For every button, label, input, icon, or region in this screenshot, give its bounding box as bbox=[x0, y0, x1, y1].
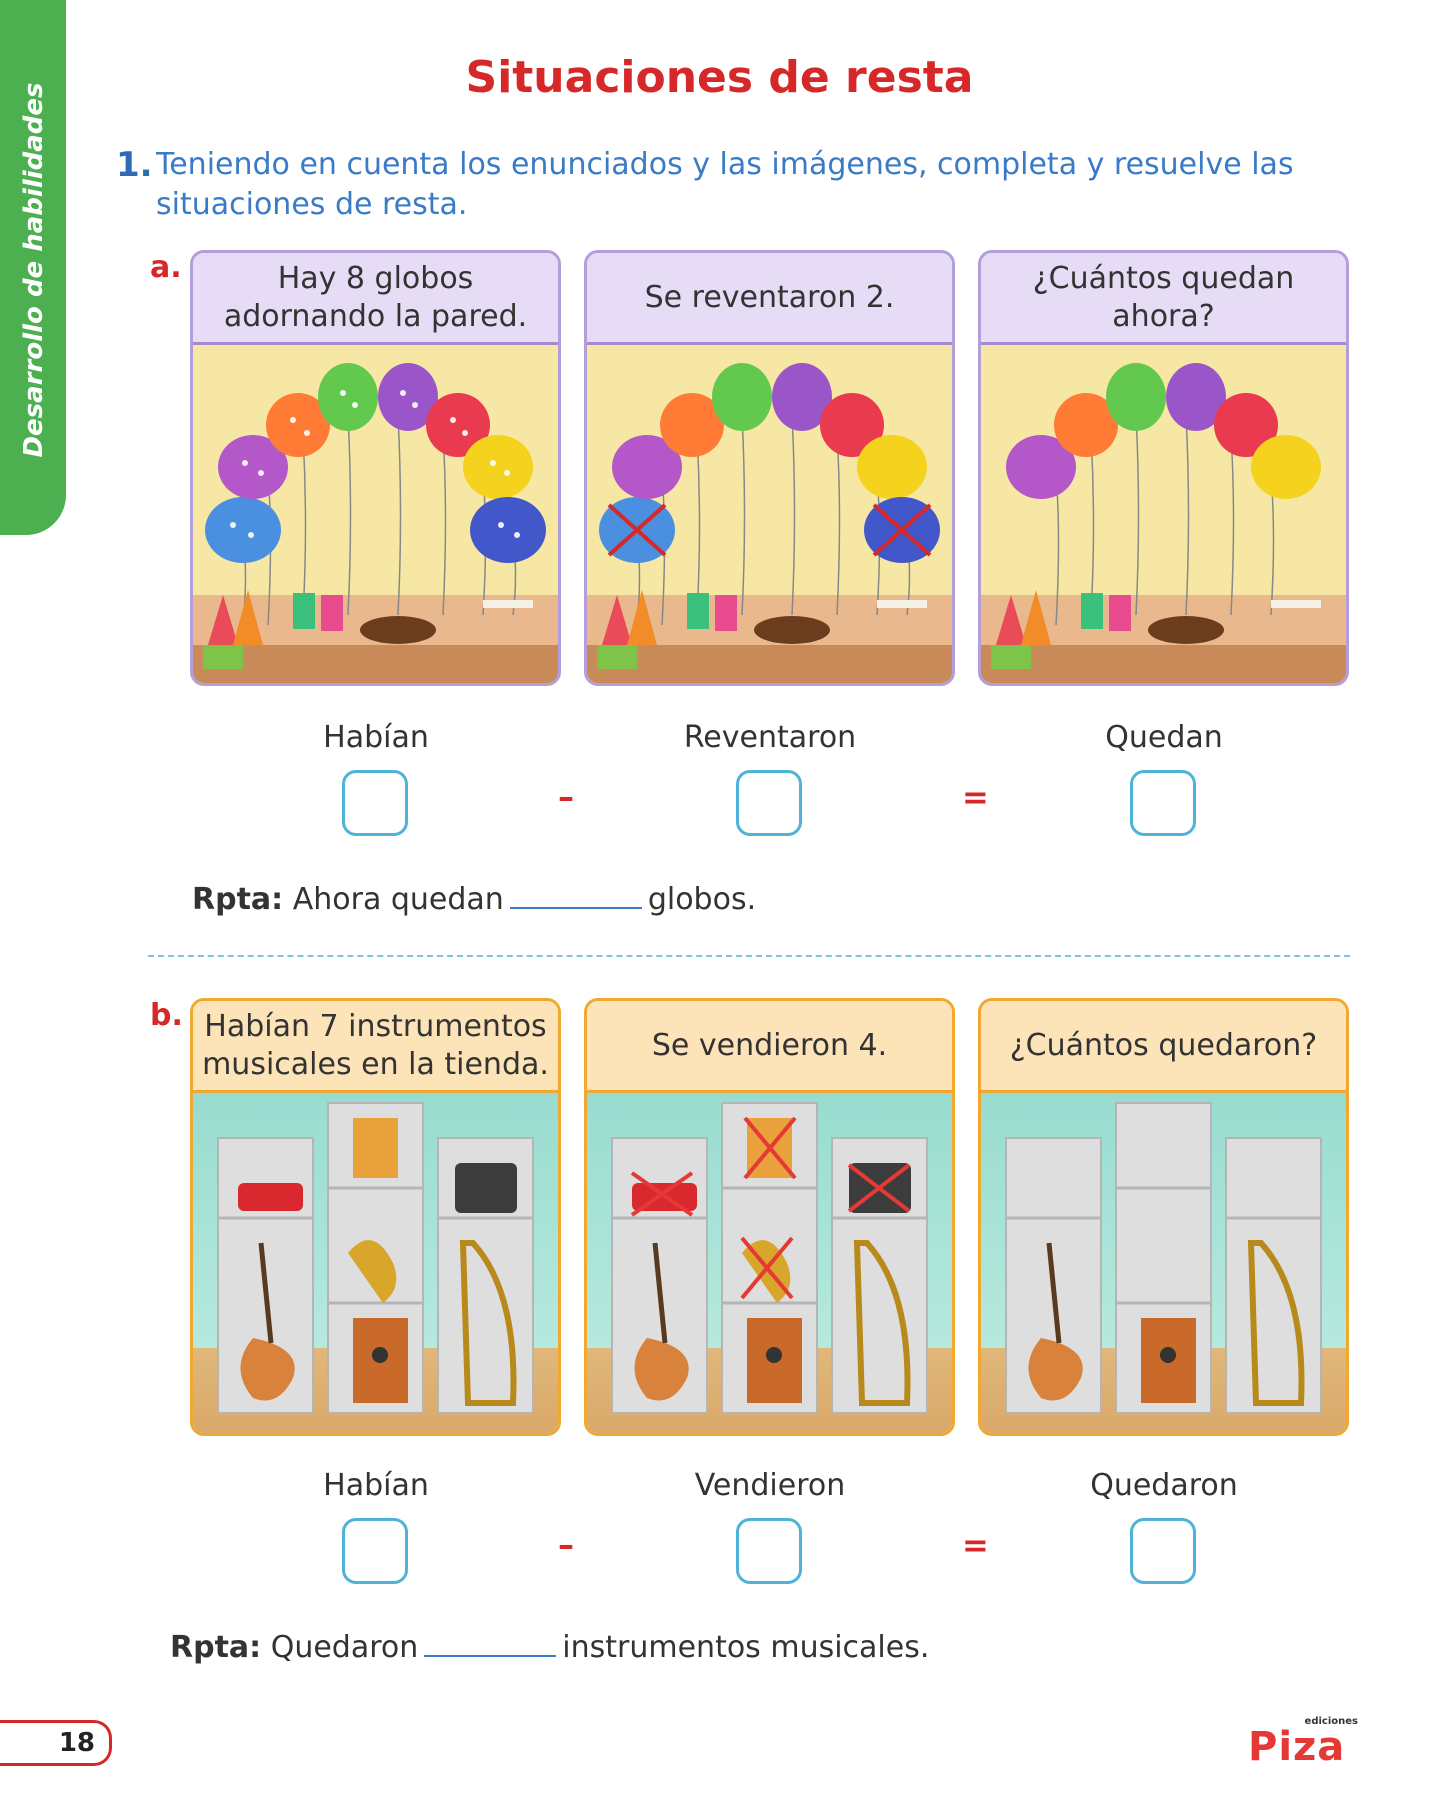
panel-caption: Se reventaron 2. bbox=[587, 253, 952, 345]
rpta-text-before: Ahora quedan bbox=[292, 882, 504, 917]
panel-caption: Hay 8 globos adornando la pared. bbox=[193, 253, 558, 345]
answer-box-habian[interactable] bbox=[342, 1518, 408, 1584]
instruments-remaining-image bbox=[981, 1093, 1346, 1433]
label-reventaron: Reventaron bbox=[683, 720, 857, 755]
answer-box-reventaron[interactable] bbox=[736, 770, 802, 836]
panel-caption: Habían 7 instrumentos musicales en la ti… bbox=[193, 1001, 558, 1093]
page-title: Situaciones de resta bbox=[465, 52, 974, 103]
panel-caption: ¿Cuántos quedaron? bbox=[981, 1001, 1346, 1093]
rpta-text-after: instrumentos musicales. bbox=[562, 1630, 930, 1665]
question-text: Teniendo en cuenta los enunciados y las … bbox=[156, 147, 1294, 222]
panel-caption: ¿Cuántos quedan ahora? bbox=[981, 253, 1346, 345]
label-quedaron: Quedaron bbox=[1090, 1468, 1238, 1503]
answer-box-quedaron[interactable] bbox=[1130, 1518, 1196, 1584]
part-a-letter: a. bbox=[150, 250, 182, 285]
part-b-letter: b. bbox=[150, 998, 183, 1033]
balloons-remaining-scene-image bbox=[981, 345, 1346, 683]
balloons-popped-scene-image bbox=[587, 345, 952, 683]
balloons-scene-image bbox=[193, 345, 558, 683]
rpta-text-before: Quedaron bbox=[270, 1630, 419, 1665]
part-a-panel-1: Hay 8 globos adornando la pared. bbox=[190, 250, 561, 686]
answer-blank-b[interactable] bbox=[424, 1631, 557, 1657]
answer-line-a: Rpta: Ahora quedan globos. bbox=[192, 882, 756, 917]
instruments-sold-image bbox=[587, 1093, 952, 1433]
minus-sign: – bbox=[558, 1526, 574, 1564]
rpta-label: Rpta: bbox=[192, 882, 284, 917]
answer-line-b: Rpta: Quedaron instrumentos musicales. bbox=[170, 1630, 929, 1665]
answer-box-vendieron[interactable] bbox=[736, 1518, 802, 1584]
part-b-panel-1: Habían 7 instrumentos musicales en la ti… bbox=[190, 998, 561, 1436]
page-number: 18 bbox=[0, 1720, 112, 1766]
logo-text: Piza bbox=[1248, 1724, 1346, 1770]
rpta-label: Rpta: bbox=[170, 1630, 262, 1665]
equals-sign: = bbox=[962, 1526, 989, 1564]
panel-caption: Se vendieron 4. bbox=[587, 1001, 952, 1093]
instruments-shelf-image bbox=[193, 1093, 558, 1433]
side-tab-label: Desarrollo de habilidades bbox=[19, 82, 49, 458]
question-number: 1. bbox=[116, 145, 153, 185]
part-b-panel-2: Se vendieron 4. bbox=[584, 998, 955, 1436]
part-a-panel-3: ¿Cuántos quedan ahora? bbox=[978, 250, 1349, 686]
section-divider bbox=[148, 955, 1350, 957]
part-a-panel-2: Se reventaron 2. bbox=[584, 250, 955, 686]
answer-blank-a[interactable] bbox=[509, 883, 642, 909]
rpta-text-after: globos. bbox=[647, 882, 757, 917]
equals-sign: = bbox=[962, 778, 989, 816]
part-b-panel-3: ¿Cuántos quedaron? bbox=[978, 998, 1349, 1436]
minus-sign: – bbox=[558, 778, 574, 816]
answer-box-quedan[interactable] bbox=[1130, 770, 1196, 836]
label-habian: Habían bbox=[323, 1468, 429, 1503]
label-quedan: Quedan bbox=[1105, 720, 1223, 755]
publisher-logo: ediciones Piza bbox=[1248, 1716, 1358, 1770]
label-vendieron: Vendieron bbox=[694, 1468, 846, 1503]
label-habian: Habían bbox=[323, 720, 429, 755]
answer-box-habian[interactable] bbox=[342, 770, 408, 836]
